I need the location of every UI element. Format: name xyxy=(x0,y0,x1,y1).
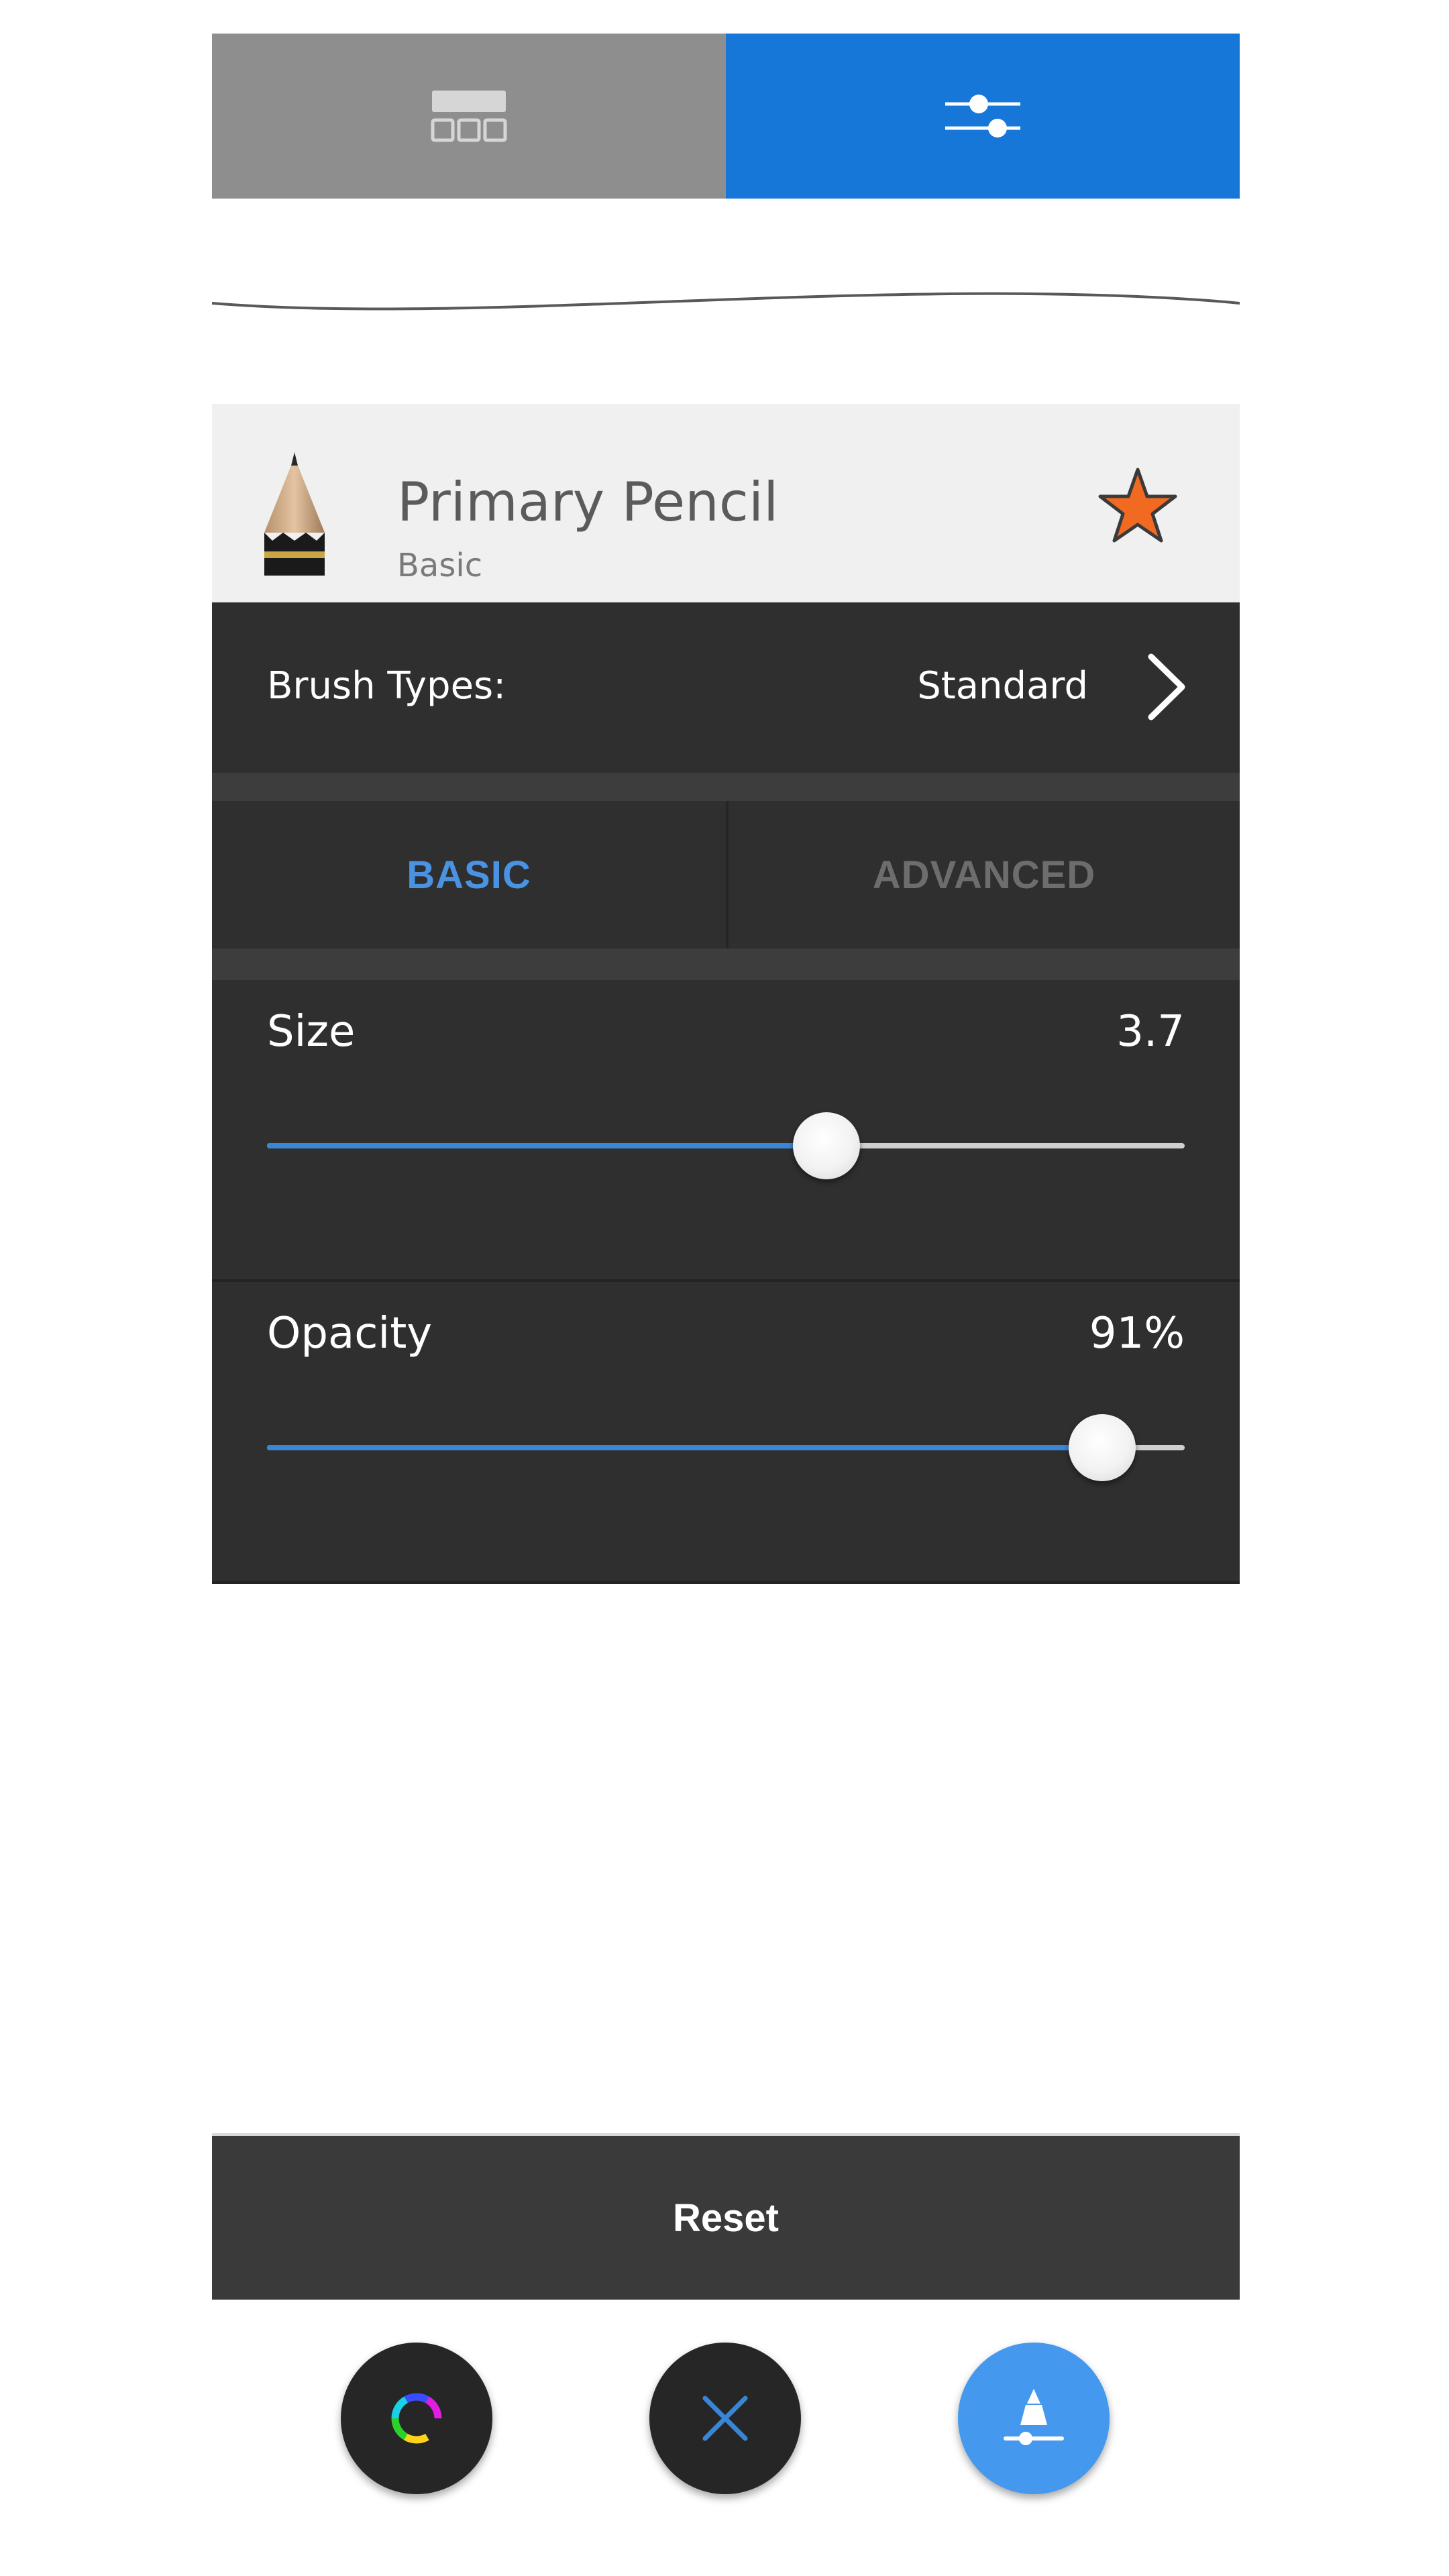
chevron-right-icon xyxy=(1148,653,1185,720)
tab-advanced[interactable]: ADVANCED xyxy=(726,801,1240,949)
pencil-brush-icon xyxy=(264,452,325,576)
brush-header: Primary Pencil Basic xyxy=(212,404,1240,602)
brush-types-value: Standard xyxy=(917,664,1088,708)
opacity-slider-thumb[interactable] xyxy=(1068,1414,1136,1481)
brush-settings-button[interactable] xyxy=(958,2343,1110,2494)
size-control: Size 3.7 xyxy=(212,980,1240,1282)
opacity-slider-track[interactable] xyxy=(267,1414,1185,1481)
slider-controls: Size 3.7 Opacity 91% xyxy=(212,952,1240,1584)
brush-stroke-preview xyxy=(211,262,1241,342)
top-tab-bar xyxy=(212,34,1240,199)
reset-bar: Reset xyxy=(212,2133,1240,2300)
brush-category: Basic xyxy=(397,547,483,584)
favorite-star-icon[interactable] xyxy=(1097,467,1178,543)
opacity-label: Opacity xyxy=(267,1309,433,1358)
color-wheel-icon xyxy=(391,2393,442,2444)
mode-tabs: BASIC ADVANCED xyxy=(212,773,1240,952)
opacity-value: 91% xyxy=(1089,1309,1185,1358)
close-button[interactable] xyxy=(649,2343,801,2494)
sliders-icon xyxy=(945,95,1020,138)
close-icon xyxy=(702,2396,748,2441)
color-picker-button[interactable] xyxy=(341,2343,492,2494)
tab-brush-library[interactable] xyxy=(212,34,726,199)
tab-brush-settings[interactable] xyxy=(726,34,1240,199)
tab-basic[interactable]: BASIC xyxy=(212,801,726,949)
brush-library-grid-icon xyxy=(431,91,507,142)
opacity-control: Opacity 91% xyxy=(212,1282,1240,1584)
size-slider-thumb[interactable] xyxy=(793,1112,861,1179)
reset-button[interactable]: Reset xyxy=(212,2136,1240,2300)
brush-types-label: Brush Types: xyxy=(267,664,506,708)
size-slider-fill xyxy=(267,1143,827,1148)
brush-settings-icon xyxy=(1004,2389,1064,2445)
size-label: Size xyxy=(267,1007,356,1057)
size-value: 3.7 xyxy=(1116,1007,1185,1057)
brush-name: Primary Pencil xyxy=(397,471,779,533)
opacity-slider-fill xyxy=(267,1445,1102,1450)
size-slider-track[interactable] xyxy=(267,1112,1185,1179)
brush-types-row[interactable]: Brush Types: Standard xyxy=(212,602,1240,773)
